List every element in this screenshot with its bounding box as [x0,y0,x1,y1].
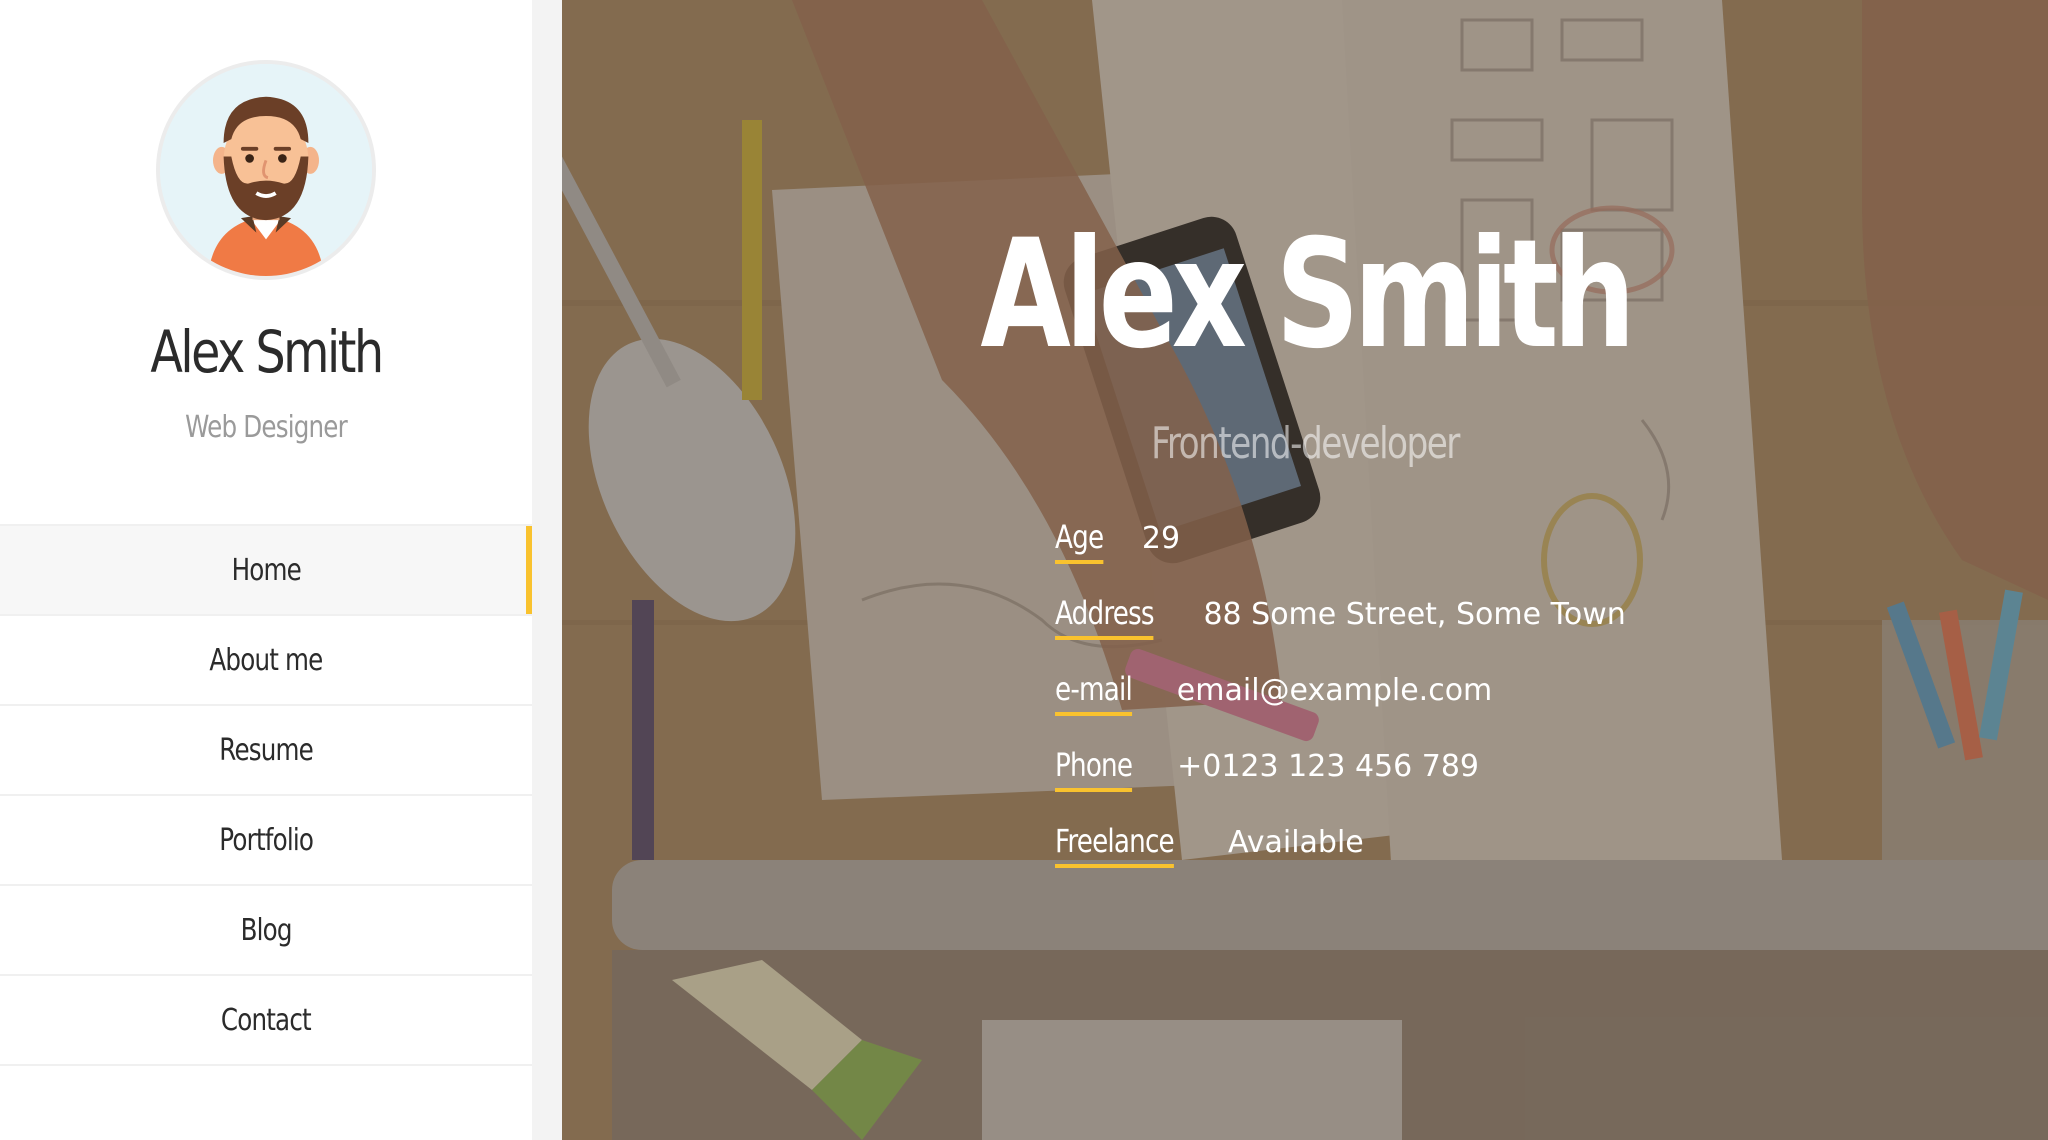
info-row-email: e-mail email@example.com [1055,670,1626,746]
bearded-man-avatar-icon [160,64,372,276]
info-value: +0123 123 456 789 [1177,749,1479,784]
nav-item-label: Portfolio [219,822,314,858]
nav-item-label: Home [231,552,301,588]
personal-info-list: Age 29 Address 88 Some Street, Some Town… [1055,518,1626,898]
profile-name: Alex Smith [150,318,384,386]
info-label: Address [1055,594,1155,640]
info-label: e-mail [1055,670,1133,716]
sidebar-gutter [532,0,562,1140]
main-nav: Home About me Resume Portfolio Blog Cont… [0,524,532,1066]
info-value: 29 [1141,521,1181,556]
info-row-address: Address 88 Some Street, Some Town [1055,594,1626,670]
hero-subtitle: Frontend-developer [1151,418,1460,469]
nav-item-label: About me [209,642,323,678]
info-label: Phone [1055,746,1133,792]
info-label: Freelance [1055,822,1175,868]
nav-item-home[interactable]: Home [0,526,532,616]
avatar [156,60,376,280]
nav-item-portfolio[interactable]: Portfolio [0,796,532,886]
info-row-age: Age 29 [1055,518,1626,594]
nav-item-label: Contact [221,1002,312,1038]
nav-item-label: Resume [219,732,314,768]
nav-item-resume[interactable]: Resume [0,706,532,796]
hero-section: Alex Smith Frontend-developer Age 29 Add… [562,0,2048,1140]
hero-name: Alex Smith [980,208,1636,382]
info-row-freelance: Freelance Available [1055,822,1626,898]
nav-item-blog[interactable]: Blog [0,886,532,976]
sidebar: Alex Smith Web Designer Home About me Re… [0,0,532,1140]
info-row-phone: Phone +0123 123 456 789 [1055,746,1626,822]
nav-item-contact[interactable]: Contact [0,976,532,1066]
nav-item-about-me[interactable]: About me [0,616,532,706]
info-label: Age [1055,518,1104,564]
info-value: 88 Some Street, Some Town [1203,597,1626,632]
email-link[interactable]: email@example.com [1177,673,1492,708]
nav-item-label: Blog [240,912,292,948]
info-value: Available [1227,825,1364,860]
profile-role: Web Designer [185,410,348,445]
